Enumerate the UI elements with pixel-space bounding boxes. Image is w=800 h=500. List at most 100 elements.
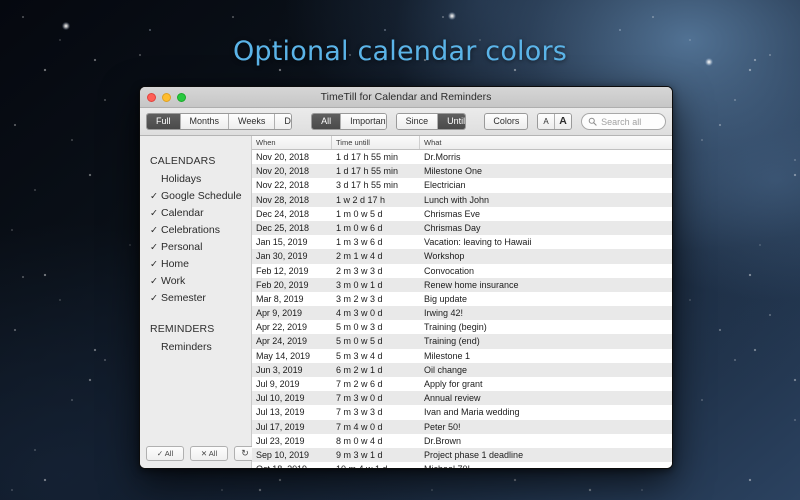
sidebar-item-reminders[interactable]: Reminders (140, 339, 251, 356)
cell-time: 7 m 4 w 0 d (336, 421, 383, 432)
table-row[interactable]: Nov 22, 2018 3 d 17 h 55 min Electrician (252, 178, 672, 192)
table-row[interactable]: Oct 18, 201910 m 4 w 1 dMichael 70! (252, 462, 672, 468)
cell-time: 2 m 1 w 4 d (336, 251, 383, 262)
table-row[interactable]: May 14, 2019 5 m 3 w 4 d Milestone 1 (252, 349, 672, 363)
cell-when: Jun 3, 2019 (256, 364, 303, 375)
range-segment-full[interactable]: Full (147, 114, 181, 129)
select-all-button[interactable]: ✓ All (146, 445, 184, 461)
cell-what: Workshop (424, 251, 465, 262)
filter-segment-all[interactable]: All (312, 114, 342, 129)
desktop-background: Optional calendar colors TimeTill for Ca… (0, 0, 800, 500)
cell-when: Sep 10, 2019 (256, 449, 309, 460)
cell-what: Annual review (424, 393, 481, 404)
table-row[interactable]: Jul 13, 2019 7 m 3 w 3 d Ivan and Maria we… (252, 405, 672, 419)
cell-what: Chrismas Day (424, 222, 481, 233)
table-row[interactable]: Dec 25, 2018 1 m 0 w 6 d Chrismas Day (252, 220, 672, 236)
sidebar-item-label: Calendar (161, 207, 204, 219)
sidebar-item-calendar[interactable]: ✓ Calendar (140, 205, 251, 222)
table-row[interactable]: Nov 20, 2018 1 d 17 h 55 min Dr.Morris (252, 150, 672, 164)
filter-segmented-control[interactable]: All Important (311, 113, 387, 130)
cell-what: Dr.Morris (424, 152, 461, 162)
cell-time: 1 d 17 h 55 min (336, 152, 399, 162)
cell-when: Jan 15, 2019 (256, 237, 308, 248)
window-body: CALENDARS Holidays ✓ Google Schedule ✓ C… (140, 136, 672, 468)
table-row[interactable]: Jul 9, 2019 7 m 2 w 6 d Apply for grant (252, 377, 672, 391)
cell-time: 1 w 2 d 17 h (336, 194, 386, 205)
minimize-button[interactable] (162, 93, 171, 102)
cell-time: 8 m 0 w 4 d (336, 435, 383, 446)
sidebar-item-personal[interactable]: ✓ Personal (140, 239, 251, 256)
deselect-all-button[interactable]: ✕ All (190, 445, 228, 461)
table-row[interactable]: Feb 12, 2019 2 m 3 w 3 d Convocation (252, 264, 672, 278)
cell-time: 5 m 0 w 5 d (336, 336, 383, 347)
window-titlebar: TimeTill for Calendar and Reminders (140, 87, 672, 108)
direction-segmented-control[interactable]: Since Untill (395, 113, 467, 130)
filter-segment-important[interactable]: Important (341, 114, 386, 129)
table-row[interactable]: Dec 24, 2018 1 m 0 w 5 d Chrismas Eve (252, 207, 672, 221)
table-row[interactable]: Apr 22, 2019 5 m 0 w 3 d Training (begin) (252, 320, 672, 334)
table-row[interactable]: Nov 20, 2018 1 d 17 h 55 min Milestone One (252, 164, 672, 179)
sidebar-item-label: Reminders (161, 341, 212, 353)
checkmark-icon: ✓ (150, 293, 158, 304)
table-row[interactable]: Nov 28, 2018 1 w 2 d 17 h Lunch with John (252, 192, 672, 207)
cell-when: Feb 12, 2019 (256, 265, 309, 276)
table-row[interactable]: Jul 17, 2019 7 m 4 w 0 d Peter 50! (252, 419, 672, 434)
sidebar-footer: ✓ All ✕ All ↻ (140, 438, 256, 468)
cell-when: Apr 24, 2019 (256, 336, 307, 347)
toolbar: Full Months Weeks Days All Important Sin… (140, 108, 672, 136)
table-row[interactable]: Apr 24, 2019 5 m 0 w 5 d Training (end) (252, 334, 672, 349)
sidebar-item-work[interactable]: ✓ Work (140, 273, 251, 290)
cell-what: Milestone 1 (424, 350, 471, 361)
cell-what: Training (end) (424, 336, 480, 347)
table-row[interactable]: Mar 8, 2019 3 m 2 w 3 d Big update (252, 292, 672, 306)
sidebar-item-holidays[interactable]: Holidays (140, 171, 251, 188)
table-row[interactable]: Jan 15, 2019 1 m 3 w 6 d Vacation: leaving… (252, 235, 672, 249)
font-increase-button[interactable]: A (554, 114, 572, 129)
font-size-control[interactable]: A A (537, 113, 573, 130)
cell-time: 3 m 0 w 1 d (336, 279, 383, 290)
table-row[interactable]: Jan 30, 2019 2 m 1 w 4 d Workshop (252, 249, 672, 264)
table-row[interactable]: Feb 20, 2019 3 m 0 w 1 d Renew home insura… (252, 277, 672, 292)
zoom-button[interactable] (177, 93, 186, 102)
table-row[interactable]: Jul 10, 2019 7 m 3 w 0 d Annual review (252, 391, 672, 406)
cell-when: Nov 20, 2018 (256, 166, 309, 177)
close-button[interactable] (147, 93, 156, 102)
sidebar-item-celebrations[interactable]: ✓ Celebrations (140, 222, 251, 239)
cell-when: Nov 20, 2018 (256, 152, 309, 162)
sidebar-header-reminders: REMINDERS (150, 323, 215, 335)
range-segment-days[interactable]: Days (275, 114, 292, 129)
cell-what: Chrismas Eve (424, 208, 481, 219)
cell-what: Lunch with John (424, 194, 490, 205)
window-title: TimeTill for Calendar and Reminders (320, 91, 492, 103)
table-row[interactable]: Apr 9, 2019 4 m 3 w 0 d Irwing 42! (252, 306, 672, 321)
range-segmented-control[interactable]: Full Months Weeks Days (146, 113, 293, 130)
sidebar-item-google-schedule[interactable]: ✓ Google Schedule (140, 188, 251, 205)
column-header-when[interactable]: When (252, 136, 332, 149)
search-field[interactable]: Search all (581, 113, 666, 130)
sidebar-item-label: Holidays (161, 173, 202, 185)
range-segment-weeks[interactable]: Weeks (229, 114, 276, 129)
column-header-what[interactable]: What (420, 136, 672, 149)
column-header-time[interactable]: Time untill (332, 136, 420, 149)
direction-segment-untill[interactable]: Untill (438, 114, 466, 129)
sidebar-item-home[interactable]: ✓ Home (140, 256, 251, 273)
page-title: Optional calendar colors (232, 36, 568, 67)
table-row[interactable]: Jun 3, 2019 6 m 2 w 1 d Oil change (252, 362, 672, 377)
cell-what: Vacation: leaving to Hawaii (424, 237, 532, 248)
font-decrease-button[interactable]: A (538, 114, 555, 129)
table-row[interactable]: Jul 23, 2019 8 m 0 w 4 d Dr.Brown (252, 434, 672, 448)
cell-time: 10 m 4 w 1 d (332, 462, 420, 468)
sidebar-list: CALENDARS Holidays ✓ Google Schedule ✓ C… (140, 136, 251, 438)
table-row[interactable]: Sep 10, 2019 9 m 3 w 1 d Project phase 1 d… (252, 447, 672, 463)
colors-button[interactable]: Colors (484, 113, 529, 130)
cell-time: 5 m 0 w 3 d (336, 322, 383, 333)
direction-segment-since[interactable]: Since (396, 114, 439, 129)
checkmark-icon: ✓ (150, 276, 158, 287)
search-icon (588, 113, 597, 131)
sidebar-item-semester[interactable]: ✓ Semester (140, 290, 251, 307)
checkmark-icon: ✓ (150, 208, 158, 219)
cell-time: 7 m 2 w 6 d (336, 379, 383, 389)
cell-what: Michael 70! (420, 462, 672, 468)
range-segment-months[interactable]: Months (180, 114, 230, 129)
